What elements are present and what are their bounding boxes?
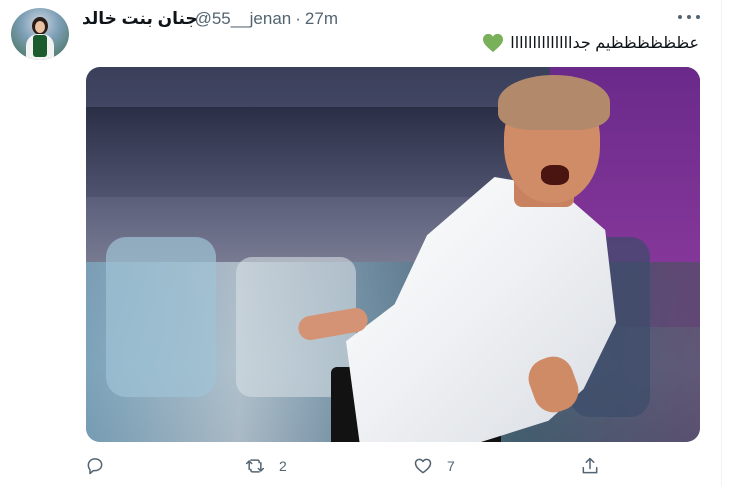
avatar-scarf [33,35,47,57]
tweet-timestamp[interactable]: 27m [305,9,338,28]
photo-coach-mouth [541,165,569,185]
author-handle[interactable]: @55__jenan [195,9,292,28]
reply-button[interactable] [85,456,119,476]
tweet-text: عظظظظظظيم جداااااااااااااا [482,33,699,53]
like-count: 7 [447,458,455,474]
tweet-actions: 2 7 [0,456,730,480]
tweet-header: جنان بنت خالد @55__jenan · 27m [0,6,730,30]
retweet-icon [245,459,265,473]
photo-bg-stand [86,107,556,197]
retweet-count: 2 [279,458,287,474]
share-button[interactable] [580,456,600,476]
photo-coach-hair [498,75,610,130]
author-display-name[interactable]: جنان بنت خالد [82,9,198,29]
timeline-right-border [721,0,722,486]
more-icon[interactable] [678,15,700,21]
tweet-text-content: عظظظظظظيم جداااااااااااااا [510,35,699,52]
retweet-button[interactable]: 2 [245,456,287,476]
author-meta: @55__jenan · 27m [195,9,338,29]
photo-blur-shape [106,237,216,397]
share-icon [582,457,598,474]
reply-icon [87,458,103,475]
meta-separator: · [295,9,301,28]
like-button[interactable]: 7 [413,456,455,476]
like-icon [414,458,432,474]
tweet-media-photo[interactable] [86,67,700,442]
green-heart-emoji [483,33,504,53]
